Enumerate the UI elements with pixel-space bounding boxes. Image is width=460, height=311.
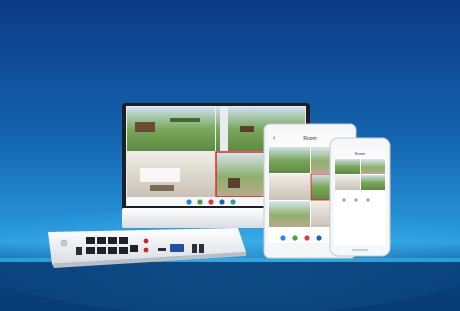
audio-out-port-icon — [143, 247, 149, 253]
monitor-app-icon-1 — [186, 199, 192, 205]
phone-header-title: Room — [355, 151, 366, 156]
phone-control-icon-1 — [342, 198, 346, 202]
uplink-port-icon — [130, 245, 138, 252]
phone-camera-tile-1 — [335, 159, 360, 174]
tablet-camera-tile-3 — [269, 174, 310, 200]
phone: Room — [329, 137, 391, 257]
phone-camera-tile-3 — [335, 175, 360, 190]
monitor-camera-tile-1 — [127, 107, 215, 151]
tablet-app-icon-1 — [280, 235, 286, 241]
tablet-header-title: Room — [303, 136, 316, 142]
monitor-camera-tile-3 — [127, 152, 215, 197]
monitor-app-icon-4 — [219, 199, 225, 205]
scene-svg: ‹ Room Room — [0, 0, 460, 311]
audio-in-port-icon — [143, 238, 149, 244]
phone-camera-tile-4 — [361, 175, 385, 190]
monitor-app-icon-3 — [208, 199, 214, 205]
usb-port-2-icon — [199, 244, 204, 253]
usb-port-1-icon — [192, 244, 197, 253]
phone-camera-tile-2 — [361, 159, 385, 174]
power-port-icon — [76, 247, 82, 255]
product-scene: ‹ Room Room — [0, 0, 460, 311]
power-button-icon — [60, 239, 68, 247]
tablet-app-icon-3 — [304, 235, 310, 241]
phone-control-icon-3 — [366, 198, 370, 202]
hdmi-port-icon — [158, 248, 166, 251]
vga-port-icon — [170, 244, 184, 252]
tablet-camera-tile-5 — [269, 201, 310, 227]
monitor-app-icon-2 — [197, 199, 203, 205]
tablet-camera-tile-1 — [269, 147, 310, 173]
floor — [0, 262, 460, 311]
phone-control-icon-2 — [354, 198, 358, 202]
phone-home-bar — [352, 249, 368, 251]
tablet-app-icon-4 — [316, 235, 322, 241]
monitor-app-icon-5 — [230, 199, 236, 205]
tablet-app-icon-2 — [292, 235, 298, 241]
